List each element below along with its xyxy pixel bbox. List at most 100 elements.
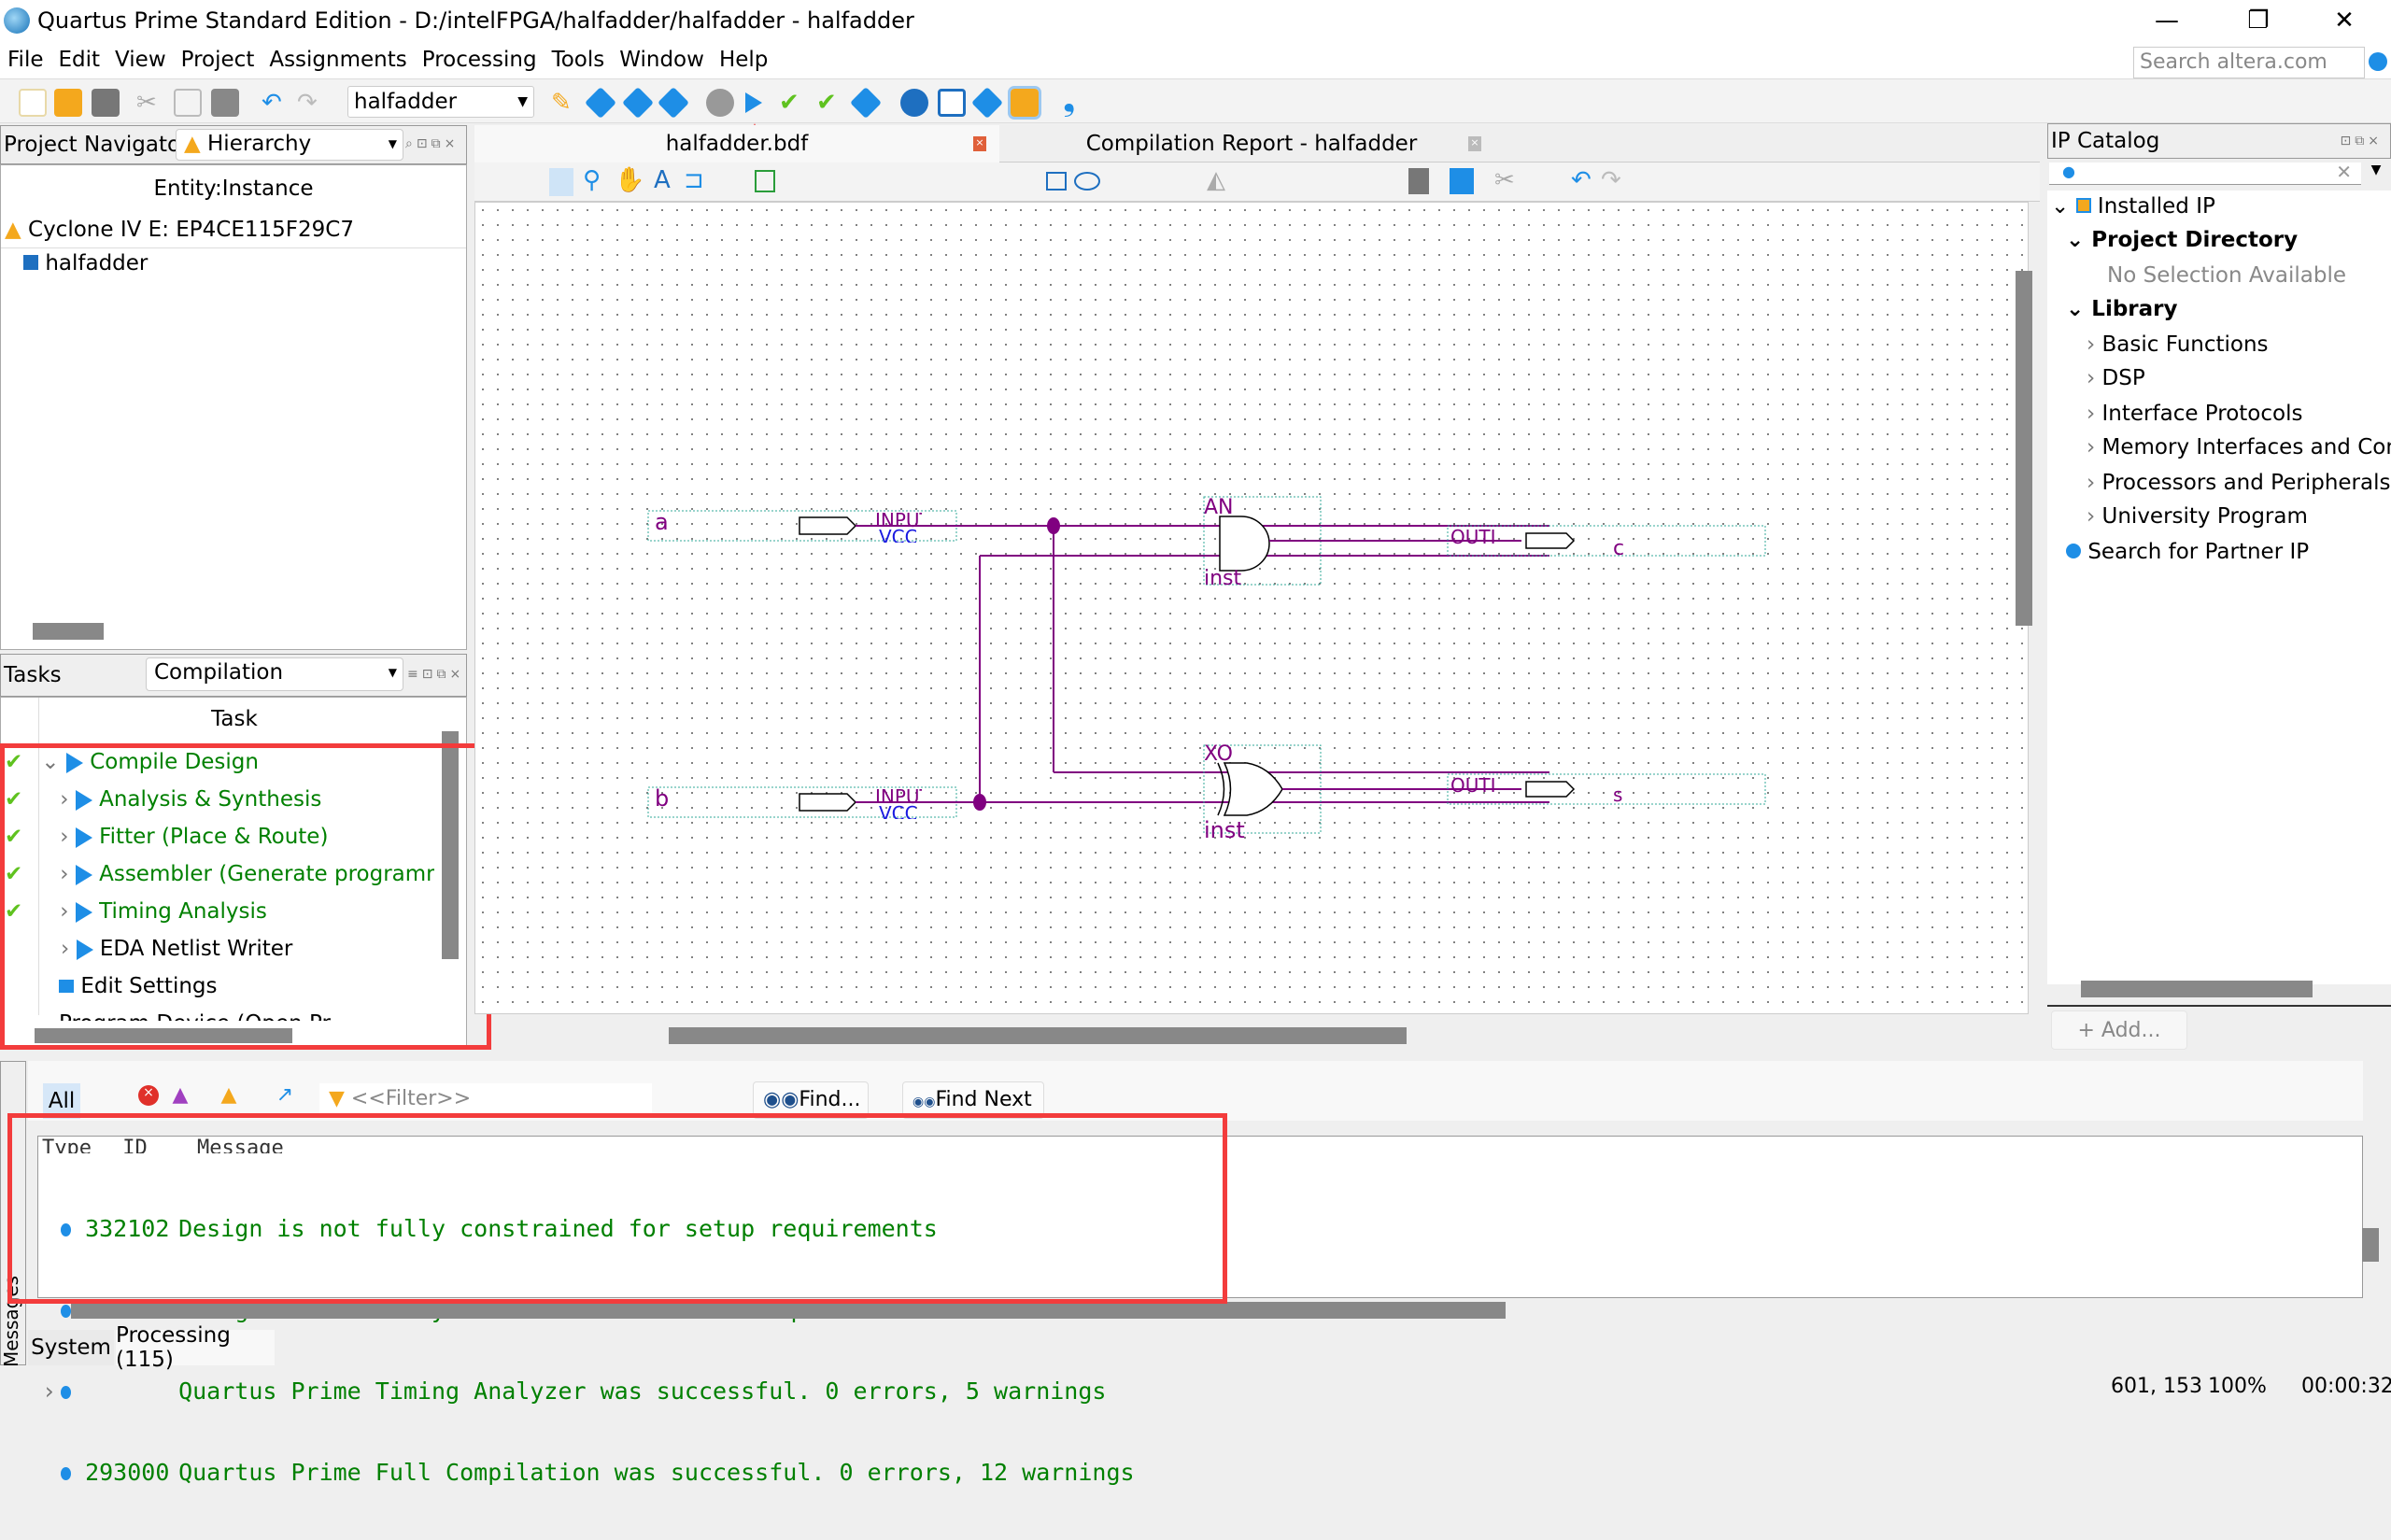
save-icon[interactable] bbox=[92, 89, 120, 117]
play-icon[interactable] bbox=[65, 752, 83, 773]
menu-assignments[interactable]: Assignments bbox=[269, 48, 406, 72]
chevron-down-icon[interactable]: ⌄ bbox=[2066, 228, 2084, 252]
undo-icon[interactable]: ↶ bbox=[262, 89, 290, 117]
start-timing-icon[interactable]: ✔ bbox=[816, 89, 844, 117]
cut-icon[interactable]: ✂ bbox=[136, 89, 164, 117]
chevron-right-icon[interactable]: › bbox=[60, 862, 68, 886]
flip-tool-icon[interactable]: ◭ bbox=[1207, 166, 1225, 194]
play-icon[interactable] bbox=[76, 939, 93, 960]
menu-edit[interactable]: Edit bbox=[59, 48, 101, 72]
tree-interface-protocols[interactable]: › Interface Protocols bbox=[2087, 402, 2302, 426]
task-row-compile-design[interactable]: ✔ ⌄ Compile Design bbox=[5, 750, 259, 774]
tree-university-program[interactable]: › University Program bbox=[2087, 504, 2308, 529]
chevron-right-icon[interactable]: › bbox=[60, 899, 68, 924]
menu-tools[interactable]: Tools bbox=[552, 48, 605, 72]
task-row-analysis-synthesis[interactable]: ✔ › Analysis & Synthesis bbox=[5, 787, 321, 812]
redo-icon[interactable]: ↷ bbox=[1601, 166, 1621, 194]
warning-filter-icon[interactable]: ▲ bbox=[215, 1083, 243, 1111]
chevron-right-icon[interactable]: › bbox=[2087, 504, 2095, 529]
schematic-canvas[interactable]: a INPUT VCC b INPUT VCC AN inst XO inst … bbox=[474, 202, 2029, 1014]
chevron-right-icon[interactable]: › bbox=[60, 787, 68, 812]
critical-warning-filter-icon[interactable]: ▲ bbox=[166, 1083, 194, 1111]
menu-processing[interactable]: Processing bbox=[422, 48, 537, 72]
design-partition-icon[interactable] bbox=[658, 87, 689, 119]
chevron-right-icon[interactable]: › bbox=[61, 937, 69, 961]
ip-search-input[interactable]: ● ✕ bbox=[2049, 161, 2361, 185]
block-tool-icon[interactable] bbox=[755, 170, 775, 192]
chevron-right-icon[interactable]: › bbox=[2087, 366, 2095, 390]
chevron-down-icon[interactable]: ⌄ bbox=[41, 750, 59, 774]
chevron-down-icon[interactable]: ⌄ bbox=[2051, 194, 2069, 219]
rectangle-tool-icon[interactable] bbox=[1046, 172, 1067, 191]
task-row-assembler[interactable]: ✔ › Assembler (Generate programm bbox=[5, 862, 434, 886]
find-next-button[interactable]: ◉◉Find Next bbox=[902, 1081, 1044, 1119]
tab-processing[interactable]: Processing (115) bbox=[116, 1323, 275, 1372]
stop-icon[interactable] bbox=[706, 89, 734, 117]
task-row-timing-analysis[interactable]: ✔ › Timing Analysis bbox=[5, 899, 267, 924]
start-compilation-icon[interactable] bbox=[745, 92, 762, 113]
analysis-elaboration-icon[interactable] bbox=[622, 87, 654, 119]
edit-icon[interactable]: ✎ bbox=[551, 89, 579, 117]
menu-view[interactable]: View bbox=[115, 48, 166, 72]
error-filter-icon[interactable]: × bbox=[138, 1085, 159, 1106]
play-icon[interactable] bbox=[75, 827, 92, 848]
ip-horizontal-scrollbar[interactable] bbox=[2081, 981, 2313, 997]
tab-system[interactable]: System bbox=[28, 1330, 114, 1365]
find-button[interactable]: ◉◉Find... bbox=[753, 1081, 869, 1119]
ip-filter-dropdown[interactable]: ▼ bbox=[2363, 162, 2389, 185]
symbol-tool-icon[interactable]: ⊐ bbox=[684, 166, 704, 194]
close-tab-icon[interactable]: × bbox=[1468, 136, 1481, 151]
tree-dsp[interactable]: › DSP bbox=[2087, 366, 2145, 390]
tree-library[interactable]: ⌄ Library bbox=[2066, 297, 2178, 321]
horizontal-scrollbar[interactable] bbox=[35, 1028, 292, 1043]
copy-icon[interactable] bbox=[174, 89, 202, 117]
new-file-icon[interactable] bbox=[19, 89, 47, 117]
print-icon[interactable] bbox=[1450, 168, 1474, 194]
panel-controls[interactable]: ≡⊡⧉× bbox=[407, 667, 464, 682]
tree-processors[interactable]: › Processors and Peripherals bbox=[2087, 471, 2390, 495]
undo-icon[interactable]: ↶ bbox=[1571, 166, 1592, 194]
messages-side-tab[interactable]: Messages bbox=[0, 1061, 26, 1367]
hierarchy-select[interactable]: ▲ Hierarchy ▼ bbox=[176, 129, 403, 161]
compilation-report-icon[interactable] bbox=[850, 87, 882, 119]
restore-button[interactable]: ❐ bbox=[2214, 0, 2303, 41]
tab-compilation-report[interactable]: Compilation Report - halfadder × bbox=[1009, 125, 1494, 162]
tab-halfadder-bdf[interactable]: halfadder.bdf × bbox=[474, 125, 999, 162]
open-file-icon[interactable] bbox=[54, 89, 82, 117]
vertical-scrollbar[interactable] bbox=[442, 731, 459, 959]
selection-tool-icon[interactable] bbox=[549, 168, 573, 196]
chevron-right-icon[interactable]: › bbox=[2087, 402, 2095, 426]
menu-file[interactable]: File bbox=[7, 48, 44, 72]
tree-memory-interfaces[interactable]: › Memory Interfaces and Cont bbox=[2087, 435, 2391, 459]
zoom-tool-icon[interactable]: ⚲ bbox=[583, 166, 601, 194]
device-row[interactable]: ▲ Cyclone IV E: EP4CE115F29C7 bbox=[5, 218, 354, 242]
pin-planner-icon[interactable] bbox=[971, 87, 1003, 119]
programmer-icon[interactable] bbox=[1008, 86, 1041, 120]
tree-partner-ip[interactable]: Search for Partner IP bbox=[2066, 540, 2309, 564]
cut-icon[interactable]: ✂ bbox=[1494, 166, 1515, 194]
tree-project-directory[interactable]: ⌄ Project Directory bbox=[2066, 228, 2298, 252]
panel-controls[interactable]: ⊡⧉× bbox=[2341, 134, 2383, 148]
tree-basic-functions[interactable]: › Basic Functions bbox=[2087, 332, 2269, 357]
task-row-eda-netlist[interactable]: › EDA Netlist Writer bbox=[5, 937, 292, 961]
input-b-name[interactable]: b bbox=[655, 785, 669, 812]
start-analysis-icon[interactable]: ✔ bbox=[779, 89, 807, 117]
menu-project[interactable]: Project bbox=[181, 48, 255, 72]
minimize-button[interactable]: — bbox=[2122, 0, 2212, 41]
compile-analysis-icon[interactable] bbox=[585, 87, 616, 119]
save-icon[interactable] bbox=[1408, 168, 1429, 194]
timing-analyzer-icon[interactable] bbox=[900, 89, 928, 117]
filter-all-button[interactable]: All bbox=[43, 1083, 80, 1119]
horizontal-scrollbar[interactable] bbox=[33, 623, 104, 640]
close-tab-icon[interactable]: × bbox=[973, 136, 986, 151]
task-row-fitter[interactable]: ✔ › Fitter (Place & Route) bbox=[5, 825, 328, 849]
chevron-right-icon[interactable]: › bbox=[2087, 332, 2095, 357]
add-ip-button[interactable]: + Add... bbox=[2051, 1010, 2187, 1050]
search-altera-input[interactable]: Search altera.com bbox=[2133, 47, 2365, 78]
canvas-vertical-scrollbar[interactable] bbox=[2016, 271, 2032, 626]
globe-icon[interactable] bbox=[2369, 52, 2387, 71]
redo-icon[interactable]: ↷ bbox=[297, 89, 325, 117]
canvas-horizontal-scrollbar[interactable] bbox=[669, 1027, 1407, 1044]
play-icon[interactable] bbox=[75, 901, 92, 923]
chevron-right-icon[interactable]: › bbox=[2087, 471, 2095, 495]
